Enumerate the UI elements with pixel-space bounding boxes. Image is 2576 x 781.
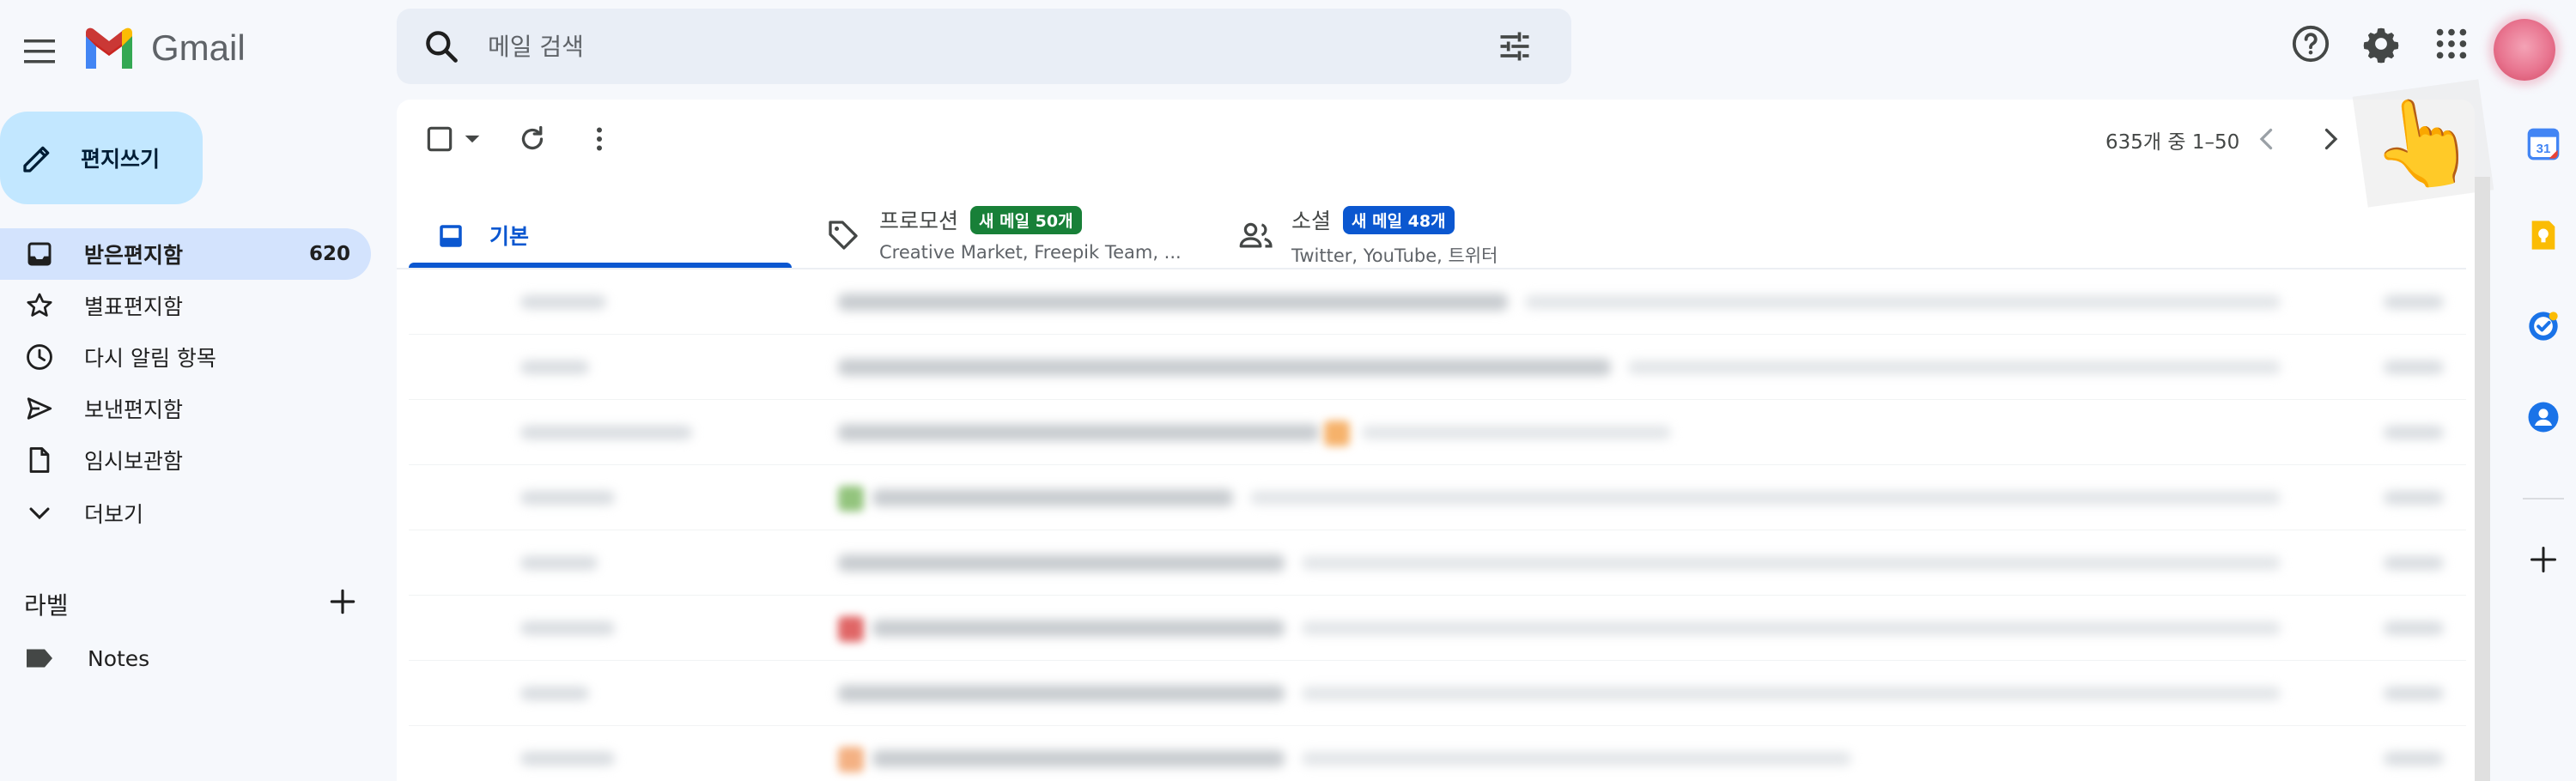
search-options-icon[interactable]: [1496, 27, 1534, 65]
sidebar-item-more[interactable]: 더보기: [0, 487, 371, 539]
select-dropdown-icon[interactable]: [464, 132, 481, 146]
pencil-icon: [21, 141, 55, 175]
clock-icon: [24, 342, 55, 372]
add-icon[interactable]: [2524, 541, 2562, 578]
tab-senders: Twitter, YouTube, 트위터: [1291, 245, 1498, 266]
label-name: Notes: [88, 645, 150, 671]
email-row[interactable]: [409, 335, 2466, 400]
email-row[interactable]: [409, 661, 2466, 726]
search-input[interactable]: [488, 26, 1432, 67]
label-icon: [24, 645, 55, 671]
help-icon[interactable]: [2291, 24, 2330, 64]
email-row[interactable]: [409, 726, 2466, 781]
pointing-hand-icon: 👆: [2352, 79, 2494, 208]
main-menu-button[interactable]: [15, 27, 64, 76]
gmail-logo[interactable]: Gmail: [82, 24, 246, 72]
sidebar-item-starred[interactable]: 별표편지함: [0, 280, 371, 331]
unread-count: 620: [308, 243, 350, 265]
chevron-left-icon[interactable]: [2251, 124, 2282, 154]
google-apps-icon[interactable]: [2432, 24, 2471, 64]
file-icon: [24, 445, 55, 475]
side-panel-divider: [2523, 498, 2564, 499]
tag-icon: [826, 218, 860, 252]
email-row[interactable]: [409, 465, 2466, 530]
tab-label: 프로모션: [879, 209, 959, 233]
chevron-down-icon: [24, 498, 55, 529]
labels-heading: 라벨: [24, 591, 69, 620]
email-list: [409, 269, 2466, 781]
sidebar-item-label: 보낸편지함: [84, 397, 184, 422]
scrollbar[interactable]: [2475, 177, 2490, 781]
sidebar-item-snoozed[interactable]: 다시 알림 항목: [0, 331, 371, 383]
search-bar[interactable]: [397, 9, 1571, 84]
sidebar-item-drafts[interactable]: 임시보관함: [0, 434, 371, 486]
keep-icon[interactable]: [2524, 216, 2562, 254]
sidebar-item-sent[interactable]: 보낸편지함: [0, 383, 371, 434]
chevron-right-icon[interactable]: [2315, 124, 2346, 154]
account-avatar[interactable]: [2494, 19, 2555, 81]
tasks-icon[interactable]: [2524, 307, 2562, 345]
people-icon: [1238, 218, 1274, 252]
inbox-panel: 635개 중 1–50 👆 기본 프로모션 새 메일 50개 Creative …: [397, 79, 2494, 781]
compose-button[interactable]: 편지쓰기: [0, 112, 203, 204]
send-icon: [24, 393, 55, 424]
tab-senders: Creative Market, Freepik Team, ...: [879, 242, 1182, 263]
svg-text:31: 31: [2537, 142, 2551, 156]
sidebar-item-label: 더보기: [84, 502, 144, 527]
tab-primary[interactable]: 기본: [409, 185, 792, 268]
label-notes[interactable]: Notes: [24, 645, 149, 671]
sidebar-item-label: 임시보관함: [84, 449, 184, 474]
tab-promotions[interactable]: 프로모션 새 메일 50개 Creative Market, Freepik T…: [826, 185, 1221, 268]
tab-label: 기본: [489, 224, 530, 249]
tab-label: 소셜: [1291, 209, 1332, 233]
new-mail-badge: 새 메일 50개: [970, 205, 1082, 234]
sidebar-item-inbox[interactable]: 받은편지함 620: [0, 228, 371, 280]
sidebar-item-label: 별표편지함: [84, 294, 184, 319]
search-icon[interactable]: [422, 27, 460, 65]
sidebar-item-label: 받은편지함: [84, 243, 184, 268]
settings-gear-icon[interactable]: [2361, 24, 2401, 64]
inbox-icon: [24, 239, 55, 269]
refresh-icon[interactable]: [517, 124, 548, 154]
email-row[interactable]: [409, 596, 2466, 661]
email-row[interactable]: [409, 400, 2466, 465]
inbox-icon: [436, 221, 465, 251]
contacts-icon[interactable]: [2524, 398, 2562, 436]
select-all-checkbox[interactable]: [426, 125, 453, 153]
add-label-icon[interactable]: [326, 585, 359, 618]
compose-label: 편지쓰기: [81, 148, 161, 172]
star-icon: [24, 290, 55, 321]
calendar-icon[interactable]: 31: [2524, 125, 2562, 163]
gmail-logo-text: Gmail: [151, 27, 246, 68]
tab-social[interactable]: 소셜 새 메일 48개 Twitter, YouTube, 트위터: [1238, 185, 1633, 268]
new-mail-badge: 새 메일 48개: [1343, 205, 1455, 234]
email-row[interactable]: [409, 530, 2466, 596]
email-row[interactable]: [409, 269, 2466, 335]
sidebar-item-label: 다시 알림 항목: [84, 346, 216, 371]
gmail-m-icon: [82, 27, 136, 69]
pagination-info: 635개 중 1–50: [2105, 131, 2240, 154]
more-vert-icon[interactable]: [584, 124, 615, 154]
